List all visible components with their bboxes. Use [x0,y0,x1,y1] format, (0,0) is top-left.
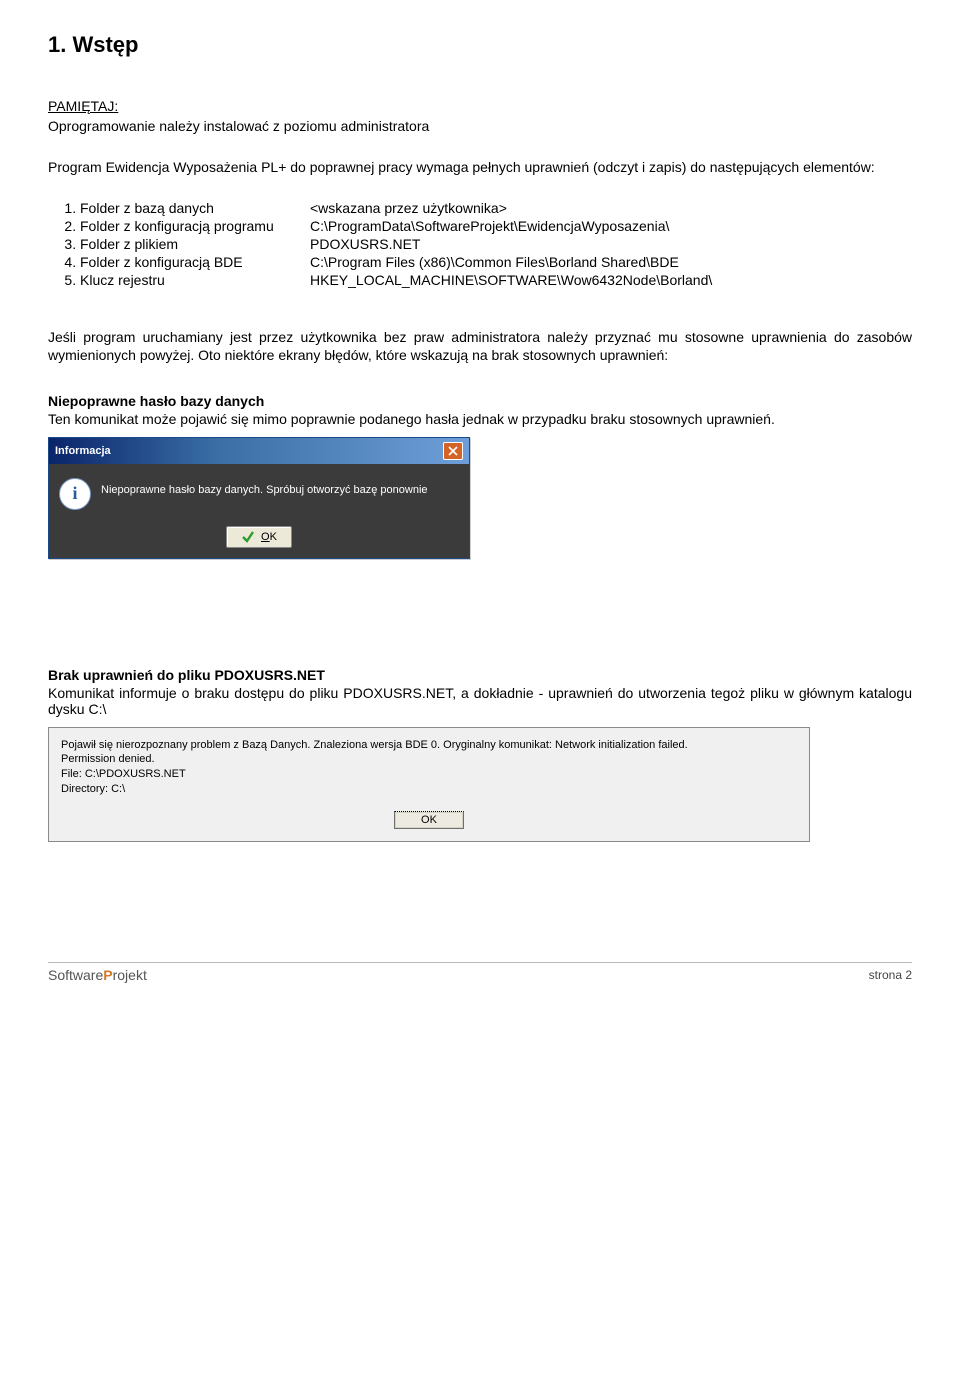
dialog2-line: File: C:\PDOXUSRS.NET [61,767,797,782]
intro-paragraph: Program Ewidencja Wyposażenia PL+ do pop… [48,158,912,176]
dialog2-line: Permission denied. [61,752,797,767]
dialog-titlebar: Informacja [49,438,469,464]
error2-dialog: Pojawił się nierozpoznany problem z Bazą… [48,727,810,842]
error2-heading: Brak uprawnień do pliku PDOXUSRS.NET [48,667,912,683]
dialog2-message: Pojawił się nierozpoznany problem z Bazą… [61,738,797,797]
ok-button[interactable]: OK [226,526,292,548]
page-number: strona 2 [869,968,912,982]
dialog-message: Niepoprawne hasło bazy danych. Spróbuj o… [101,478,428,496]
dialog2-line: Pojawił się nierozpoznany problem z Bazą… [61,738,797,753]
list-right: <wskazana przez użytkownika> [310,200,912,216]
requirements-list: Folder z bazą danych <wskazana przez uży… [48,200,912,288]
list-left: Folder z bazą danych [80,200,310,216]
footer-logo: SoftwareProjekt [48,967,147,983]
list-left: Folder z plikiem [80,236,310,252]
list-item: Folder z bazą danych <wskazana przez uży… [80,200,912,216]
explanation-paragraph: Jeśli program uruchamiany jest przez uży… [48,328,912,364]
list-left: Klucz rejestru [80,272,310,288]
list-right: HKEY_LOCAL_MACHINE\SOFTWARE\Wow6432Node\… [310,272,912,288]
list-item: Folder z konfiguracją BDE C:\Program Fil… [80,254,912,270]
dialog-title: Informacja [55,445,111,457]
ok-button[interactable]: OK [394,811,464,829]
dialog2-line: Directory: C:\ [61,782,797,797]
list-right: C:\ProgramData\SoftwareProjekt\Ewidencja… [310,218,912,234]
close-icon[interactable] [443,442,463,460]
error2-desc: Komunikat informuje o braku dostępu do p… [48,685,912,717]
list-item: Folder z konfiguracją programu C:\Progra… [80,218,912,234]
list-item: Folder z plikiem PDOXUSRS.NET [80,236,912,252]
logo-text-left: Software [48,967,103,983]
remember-label: PAMIĘTAJ: [48,98,118,114]
list-right: C:\Program Files (x86)\Common Files\Borl… [310,254,912,270]
logo-text-p: P [103,967,112,983]
info-icon: i [59,478,91,510]
ok-button-label: OK [261,531,277,543]
remember-block: PAMIĘTAJ: Oprogramowanie należy instalow… [48,98,912,134]
page-footer: SoftwareProjekt strona 2 [48,962,912,983]
list-item: Klucz rejestru HKEY_LOCAL_MACHINE\SOFTWA… [80,272,912,288]
error1-dialog: Informacja i Niepoprawne hasło bazy dany… [48,437,470,559]
list-left: Folder z konfiguracją BDE [80,254,310,270]
section-heading: 1. Wstęp [48,32,912,58]
logo-text-right: rojekt [113,967,147,983]
list-right: PDOXUSRS.NET [310,236,912,252]
remember-text: Oprogramowanie należy instalować z pozio… [48,118,912,134]
error1-desc: Ten komunikat może pojawić się mimo popr… [48,411,912,427]
list-left: Folder z konfiguracją programu [80,218,310,234]
error1-heading: Niepoprawne hasło bazy danych [48,393,912,409]
check-icon [241,530,255,544]
